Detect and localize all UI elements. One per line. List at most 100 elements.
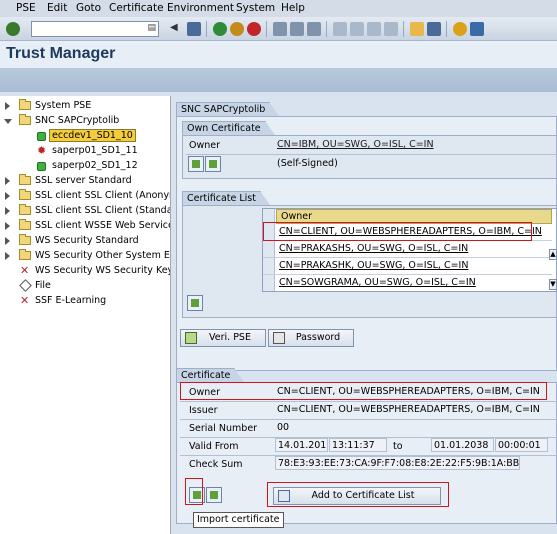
self-signed-text: (Self-Signed): [277, 158, 338, 169]
certificate-title: Certificate: [176, 368, 245, 382]
own-owner-value[interactable]: CN=IBM, OU=SWG, O=ISL, C=IN: [275, 138, 555, 152]
verify-icon: [185, 332, 197, 344]
tree-item-label: SSL client SSL Client (Standa: [35, 205, 171, 216]
collapse-icon[interactable]: ◀: [170, 22, 184, 36]
row-divider: [186, 154, 557, 155]
highlight-import: [185, 478, 203, 505]
folder-icon: [19, 219, 31, 230]
menu-edit[interactable]: Edit: [47, 2, 67, 14]
row-divider: [180, 401, 557, 402]
lock-icon: [273, 332, 285, 344]
row-owner-text[interactable]: CN=PRAKASHK, OU=SWG, O=ISL, C=IN: [279, 260, 468, 271]
command-field[interactable]: ▤: [31, 21, 159, 37]
last-page-icon[interactable]: [384, 22, 398, 36]
cert-valid-label: Valid From: [189, 441, 239, 452]
remove-certificate-icon[interactable]: [187, 295, 203, 311]
toolbar: ▤ ◀: [0, 17, 557, 41]
folder-open-icon: [19, 114, 31, 125]
veri-pse-button[interactable]: Veri. PSE: [180, 329, 266, 347]
button-label: Password: [295, 332, 341, 343]
folder-icon: [19, 249, 31, 260]
menu-help[interactable]: Help: [281, 2, 305, 14]
valid-to-date: 01.01.2038: [431, 438, 494, 452]
row-divider: [180, 419, 557, 420]
highlight-add-button: [267, 482, 449, 507]
green-status-icon: [37, 132, 46, 141]
back-icon[interactable]: [213, 22, 227, 36]
table-row[interactable]: CN=PRAKASHK, OU=SWG, O=ISL, C=IN: [263, 258, 552, 275]
scroll-up-icon[interactable]: ▲: [549, 249, 557, 260]
first-page-icon[interactable]: [333, 22, 347, 36]
cert-serial-label: Serial Number: [189, 423, 258, 434]
cert-serial-value: 00: [277, 422, 290, 433]
prev-page-icon[interactable]: [350, 22, 364, 36]
highlight-selected-row: [263, 222, 532, 241]
find-next-icon[interactable]: [307, 22, 321, 36]
details-area: SNC SAPCryptolib Own Certificate Owner C…: [176, 96, 557, 534]
menu-certificate[interactable]: Certificate: [109, 2, 164, 14]
row-selector[interactable]: [263, 241, 275, 257]
snc-panel-title: SNC SAPCryptolib: [176, 102, 280, 116]
scroll-down-icon[interactable]: ▼: [549, 279, 557, 290]
valid-from-date: 14.01.2012: [275, 438, 328, 452]
row-owner-text[interactable]: CN=PRAKASHS, OU=SWG, O=ISL, C=IN: [279, 243, 468, 254]
expand-icon[interactable]: [5, 177, 10, 185]
cert-checksum-label: Check Sum: [189, 459, 243, 470]
menu-goto[interactable]: Goto: [76, 2, 101, 14]
next-page-icon[interactable]: [367, 22, 381, 36]
import-certificate-tooltip: Import certificate: [193, 512, 284, 528]
export-icon[interactable]: [205, 156, 221, 172]
menu-system[interactable]: System: [236, 2, 275, 14]
exit-icon[interactable]: [230, 22, 244, 36]
collapse-icon[interactable]: [4, 119, 12, 124]
expand-icon[interactable]: [5, 192, 10, 200]
pse-tree: System PSE SNC SAPCryptolib eccdev1_SD1_…: [0, 96, 171, 534]
shortcut-icon[interactable]: [427, 22, 441, 36]
export-certificate-icon[interactable]: [206, 487, 222, 503]
menu-pse[interactable]: PSE: [16, 2, 36, 14]
new-session-icon[interactable]: [410, 22, 424, 36]
certificate-list-title: Certificate List: [182, 191, 270, 205]
folder-icon: [19, 99, 31, 110]
tree-item-label: WS Security Other System En: [35, 250, 171, 261]
menu-environment[interactable]: Environment: [167, 2, 234, 14]
customize-icon[interactable]: [470, 22, 484, 36]
password-button[interactable]: Password: [268, 329, 354, 347]
tree-item-label: System PSE: [35, 100, 92, 111]
application-toolbar: [0, 68, 557, 92]
expand-icon[interactable]: [5, 237, 10, 245]
import-icon[interactable]: [188, 156, 204, 172]
row-selector[interactable]: [263, 258, 275, 274]
valid-from-time: 13:11:37: [329, 438, 387, 452]
enter-icon[interactable]: [6, 22, 20, 36]
expand-icon[interactable]: [5, 252, 10, 260]
red-x-icon: ✕: [20, 264, 30, 277]
valid-to-time: 00:00:01: [495, 438, 548, 452]
expand-icon[interactable]: [5, 207, 10, 215]
cancel-icon[interactable]: [247, 22, 261, 36]
folder-icon: [19, 204, 31, 215]
red-x-icon: ✕: [20, 294, 30, 307]
command-history-icon[interactable]: ▤: [147, 23, 156, 33]
expand-icon[interactable]: [5, 102, 10, 110]
table-row[interactable]: CN=PRAKASHS, OU=SWG, O=ISL, C=IN: [263, 241, 552, 258]
tree-item-label: SNC SAPCryptolib: [35, 115, 120, 126]
row-selector[interactable]: [263, 275, 275, 291]
tree-item-label: WS Security Standard: [35, 235, 139, 246]
cert-issuer-value: CN=CLIENT, OU=WEBSPHEREADAPTERS, O=IBM, …: [277, 404, 540, 415]
toolbar-separator: [266, 21, 267, 37]
cert-issuer-label: Issuer: [189, 405, 218, 416]
find-icon[interactable]: [290, 22, 304, 36]
save-icon[interactable]: [187, 22, 201, 36]
own-certificate-title: Own Certificate: [182, 121, 275, 135]
expand-icon[interactable]: [5, 222, 10, 230]
menu-bar: PSE Edit Goto Certificate Environment Sy…: [0, 0, 557, 17]
table-row[interactable]: CN=SOWGRAMA, OU=SWG, O=ISL, C=IN: [263, 275, 552, 292]
tree-item-label: saperp01_SD1_11: [52, 145, 138, 156]
page-title: Trust Manager: [6, 45, 116, 62]
tree-item-label: SSL server Standard: [35, 175, 132, 186]
row-owner-text[interactable]: CN=SOWGRAMA, OU=SWG, O=ISL, C=IN: [279, 277, 476, 288]
file-diamond-icon: [19, 279, 32, 292]
help-icon[interactable]: [453, 22, 467, 36]
print-icon[interactable]: [273, 22, 287, 36]
